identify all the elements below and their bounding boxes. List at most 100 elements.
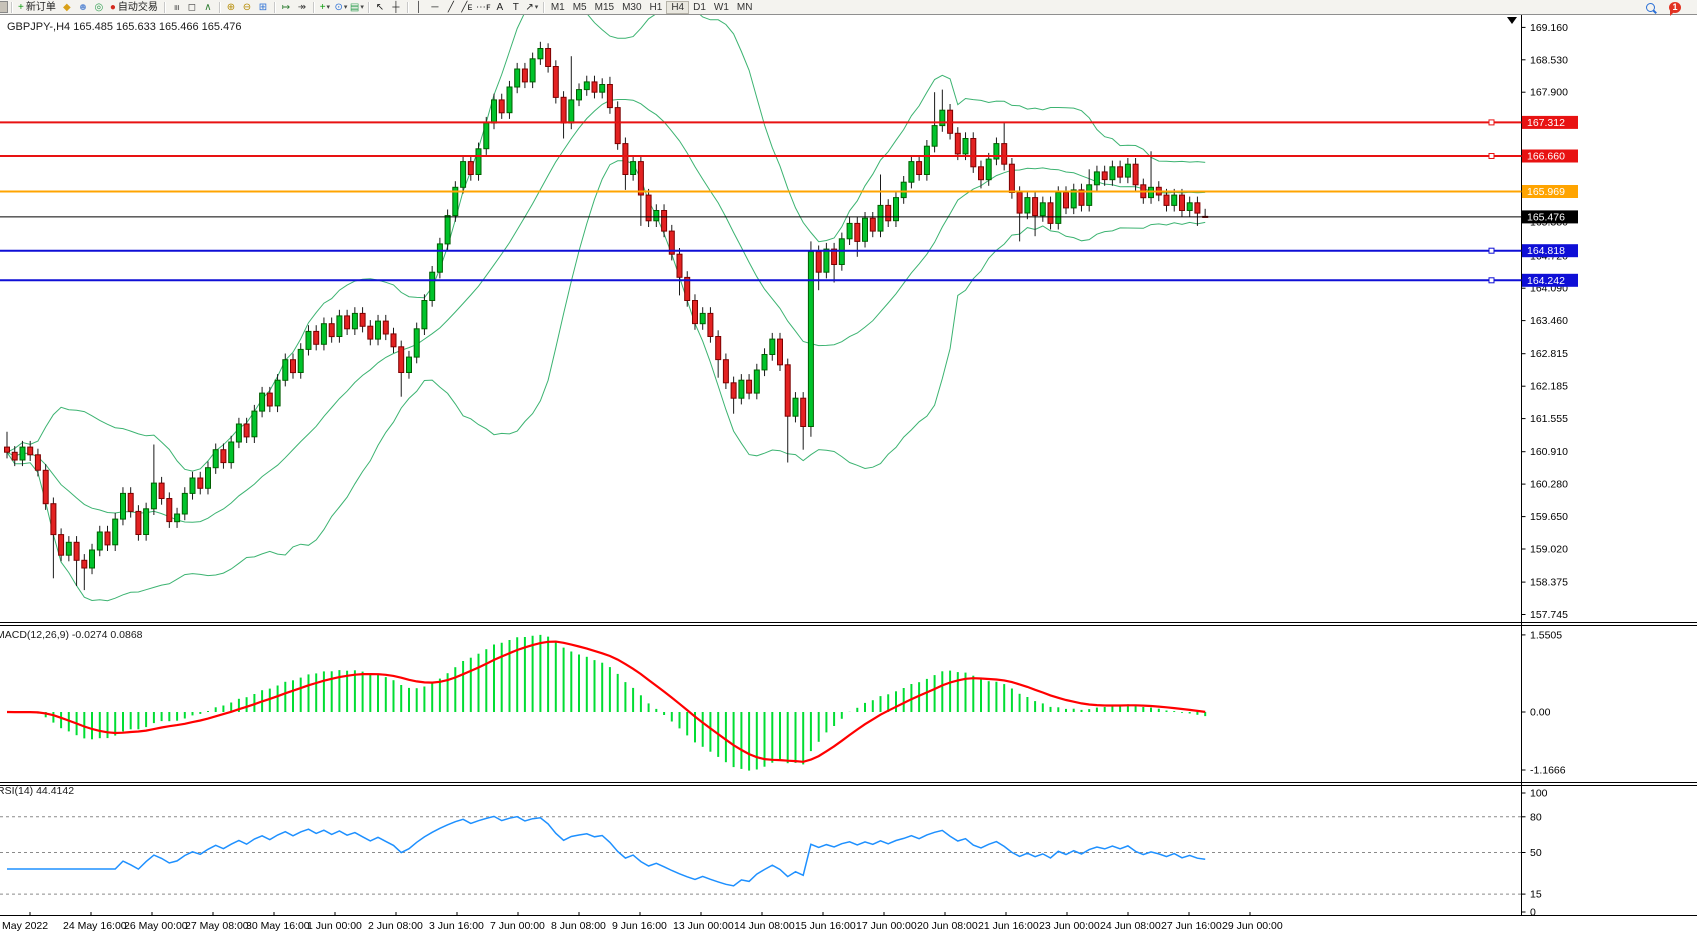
crosshair-icon[interactable]: ┼ xyxy=(388,1,404,14)
svg-text:17 Jun 00:00: 17 Jun 00:00 xyxy=(856,920,917,932)
text-label-icon[interactable]: T xyxy=(508,1,524,14)
toolbar-separator xyxy=(274,2,275,13)
svg-text:-1.1666: -1.1666 xyxy=(1530,765,1566,777)
svg-text:1.5505: 1.5505 xyxy=(1530,629,1562,641)
trendline-icon[interactable]: ╱ xyxy=(443,1,459,14)
add-indicator-icon[interactable]: +▾ xyxy=(317,1,333,14)
price-line-handle xyxy=(1489,278,1494,283)
svg-text:May 2022: May 2022 xyxy=(2,920,48,932)
timeframe-button-h1[interactable]: H1 xyxy=(646,1,667,14)
svg-text:23 Jun 00:00: 23 Jun 00:00 xyxy=(1039,920,1100,932)
timeframe-button-h4[interactable]: H4 xyxy=(666,1,689,14)
text-icon[interactable]: A xyxy=(492,1,508,14)
auto-scroll-icon[interactable]: ↠ xyxy=(294,1,310,14)
autotrading-button[interactable]: ●自动交易 xyxy=(107,1,161,14)
toolbar-separator xyxy=(11,2,12,13)
diamond-icon[interactable]: ◆ xyxy=(59,1,75,14)
timeframe-button-m15[interactable]: M15 xyxy=(591,1,618,14)
signal-icon: ◎ xyxy=(94,1,103,14)
period-clock-icon: ⊙ xyxy=(334,1,342,14)
period-clock-icon[interactable]: ⊙▾ xyxy=(333,1,349,14)
dropdown-caret-icon[interactable]: ▾ xyxy=(327,1,331,14)
zoom-in-icon: ⊕ xyxy=(227,1,235,14)
trendline-icon: ╱ xyxy=(448,1,454,14)
svg-text:24 Jun 08:00: 24 Jun 08:00 xyxy=(1100,920,1161,932)
svg-text:159.020: 159.020 xyxy=(1530,544,1568,556)
svg-text:166.660: 166.660 xyxy=(1527,151,1565,163)
toolbar-separator xyxy=(164,2,165,13)
macd-signal-line xyxy=(7,642,1205,762)
svg-text:169.160: 169.160 xyxy=(1530,22,1568,34)
svg-text:162.185: 162.185 xyxy=(1530,381,1568,393)
timeframe-button-d1[interactable]: D1 xyxy=(689,1,710,14)
text-label-icon: T xyxy=(513,1,519,14)
svg-text:21 Jun 16:00: 21 Jun 16:00 xyxy=(978,920,1039,932)
svg-text:158.375: 158.375 xyxy=(1530,577,1568,589)
crosshair-icon: ┼ xyxy=(392,1,399,14)
toolbar-separator xyxy=(543,2,544,13)
price-line-handle xyxy=(1489,120,1494,125)
timeframe-button-m5[interactable]: M5 xyxy=(569,1,591,14)
svg-text:2 Jun 08:00: 2 Jun 08:00 xyxy=(368,920,423,932)
clipped-chart-icon[interactable] xyxy=(0,1,8,13)
svg-text:3 Jun 16:00: 3 Jun 16:00 xyxy=(429,920,484,932)
cursor-icon: ↖ xyxy=(376,1,384,14)
svg-text:160.280: 160.280 xyxy=(1530,479,1568,491)
dropdown-caret-icon[interactable]: ▾ xyxy=(344,1,348,14)
timeframe-button-m1[interactable]: M1 xyxy=(547,1,569,14)
auto-scroll-icon: ↠ xyxy=(298,1,306,14)
line-chart-icon[interactable]: ∧ xyxy=(200,1,216,14)
tile-windows-icon: ⊞ xyxy=(259,1,267,14)
new-order-button[interactable]: +新订单 xyxy=(15,1,59,14)
rsi-line xyxy=(7,816,1205,885)
svg-text:160.910: 160.910 xyxy=(1530,446,1568,458)
navigator-person-icon: ☻ xyxy=(78,1,89,14)
equidistant-channel-icon[interactable]: ╱ᴇ xyxy=(459,1,475,14)
timeframe-button-mn[interactable]: MN xyxy=(733,1,757,14)
svg-text:162.815: 162.815 xyxy=(1530,348,1568,360)
svg-text:167.312: 167.312 xyxy=(1527,117,1565,129)
navigator-person-icon[interactable]: ☻ xyxy=(75,1,91,14)
arrow-tools-icon: ↗ xyxy=(525,1,533,14)
notification-badge[interactable]: 1 xyxy=(1669,2,1681,13)
timeframe-button-w1[interactable]: W1 xyxy=(710,1,733,14)
svg-text:165.476: 165.476 xyxy=(1527,211,1565,223)
chart-area[interactable]: 169.160168.530167.900167.270166.640166.0… xyxy=(0,14,1697,934)
svg-text:157.745: 157.745 xyxy=(1530,609,1568,621)
vertical-line-icon[interactable]: │ xyxy=(411,1,427,14)
bar-chart-icon: ≡ xyxy=(169,4,182,10)
bar-chart-icon[interactable]: ≡ xyxy=(168,1,184,14)
dropdown-caret-icon[interactable]: ▾ xyxy=(535,1,539,14)
candlestick-chart-icon[interactable]: ◻ xyxy=(184,1,200,14)
equidistant-channel-icon: ╱ᴇ xyxy=(461,1,472,14)
svg-text:15: 15 xyxy=(1530,889,1542,901)
dropdown-caret-icon[interactable]: ▾ xyxy=(360,1,364,14)
timeframe-button-m30[interactable]: M30 xyxy=(618,1,645,14)
signal-icon[interactable]: ◎ xyxy=(91,1,107,14)
cursor-icon[interactable]: ↖ xyxy=(372,1,388,14)
chart-shift-icon[interactable]: ↦ xyxy=(278,1,294,14)
zoom-in-icon[interactable]: ⊕ xyxy=(223,1,239,14)
template-icon[interactable]: ▤▾ xyxy=(349,1,365,14)
autotrading-button-label: 自动交易 xyxy=(118,1,158,14)
search-icon[interactable] xyxy=(1646,3,1655,12)
autotrading-button: ● xyxy=(110,1,116,14)
svg-text:0: 0 xyxy=(1530,907,1536,919)
price-lines[interactable] xyxy=(0,120,1522,283)
zoom-out-icon: ⊖ xyxy=(243,1,251,14)
zoom-out-icon[interactable]: ⊖ xyxy=(239,1,255,14)
tile-windows-icon[interactable]: ⊞ xyxy=(255,1,271,14)
line-chart-icon: ∧ xyxy=(204,1,211,14)
svg-text:7 Jun 00:00: 7 Jun 00:00 xyxy=(490,920,545,932)
chart-shift-icon: ↦ xyxy=(282,1,290,14)
svg-text:27 Jun 16:00: 27 Jun 16:00 xyxy=(1161,920,1222,932)
svg-text:9 Jun 16:00: 9 Jun 16:00 xyxy=(612,920,667,932)
svg-text:161.555: 161.555 xyxy=(1530,413,1568,425)
horizontal-line-icon[interactable]: ─ xyxy=(427,1,443,14)
toolbar-separator xyxy=(219,2,220,13)
fibonacci-icon[interactable]: ⋯ꜰ xyxy=(475,1,492,14)
horizontal-line-icon: ─ xyxy=(431,1,438,14)
arrow-tools-icon[interactable]: ↗▾ xyxy=(524,1,540,14)
toolbar-separator xyxy=(313,2,314,13)
macd-axis: 1.55050.00-1.1666 xyxy=(1522,629,1566,776)
